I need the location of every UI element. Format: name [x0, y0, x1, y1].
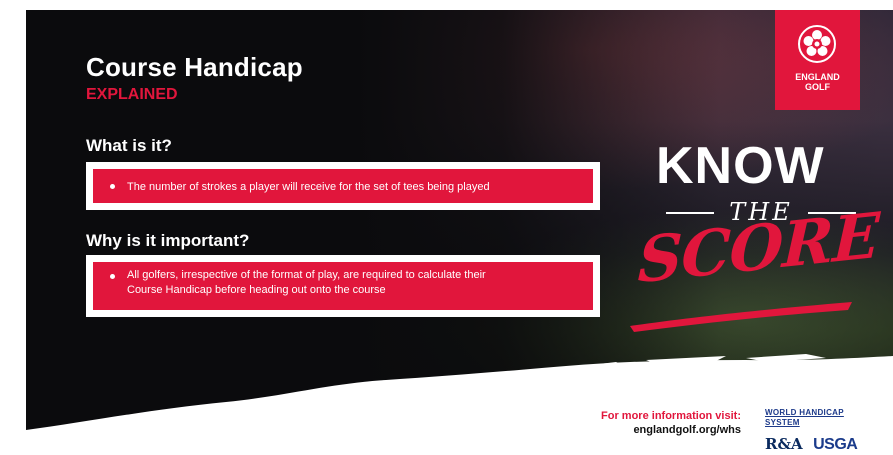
answer-box-why: All golfers, irrespective of the format … [86, 255, 600, 317]
bullet-icon [110, 274, 115, 279]
answer-text-line-2: Course Handicap before heading out onto … [127, 284, 386, 296]
page-subtitle: EXPLAINED [86, 86, 178, 103]
logo-line-2: GOLF [805, 82, 830, 92]
page-title: Course Handicap [86, 52, 303, 82]
question-what: What is it? [86, 136, 172, 155]
more-info-label: For more information visit: [601, 410, 741, 422]
england-golf-logo: ENGLAND GOLF [775, 10, 860, 110]
more-info-url[interactable]: englandgolf.org/whs [601, 423, 741, 437]
logo-line-1: ENGLAND [795, 72, 840, 82]
course-handicap-card: Course Handicap EXPLAINED What is it? Th… [26, 10, 893, 455]
randa-logo: R&A [765, 435, 803, 453]
question-why: Why is it important? [86, 231, 250, 250]
more-info: For more information visit: englandgolf.… [601, 409, 741, 437]
whs-partner-logos: WORLD HANDICAP SYSTEM R&A USGA [765, 408, 875, 454]
bullet-icon [110, 184, 115, 189]
answer-panel: The number of strokes a player will rece… [93, 169, 593, 203]
campaign-know: KNOW [656, 137, 825, 195]
answer-text-line-1: All golfers, irrespective of the format … [127, 269, 486, 281]
rose-icon [798, 25, 836, 63]
partner-logos: R&A USGA [765, 435, 875, 454]
usga-logo: USGA [813, 436, 858, 453]
score-swash-stroke [630, 302, 852, 332]
answer-panel: All golfers, irrespective of the format … [93, 262, 593, 310]
answer-text: The number of strokes a player will rece… [127, 181, 490, 193]
whs-title: WORLD HANDICAP SYSTEM [765, 408, 844, 427]
logo-wordmark: ENGLAND GOLF [775, 72, 860, 92]
answer-box-what: The number of strokes a player will rece… [86, 162, 600, 210]
